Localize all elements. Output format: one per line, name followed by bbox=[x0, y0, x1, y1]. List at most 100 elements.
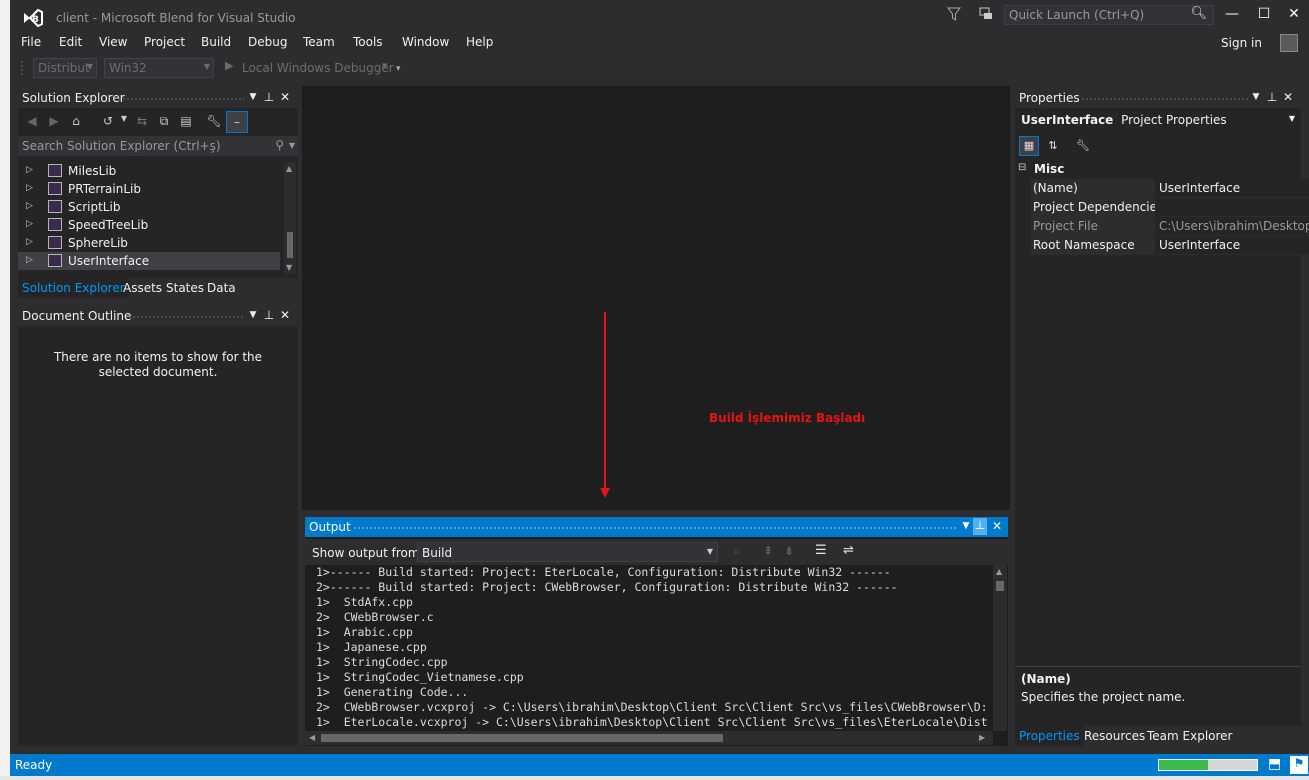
sync-icon[interactable]: ⇆ bbox=[134, 114, 150, 130]
home-icon[interactable]: ⌂ bbox=[68, 114, 84, 130]
word-wrap-icon[interactable]: ⇌ bbox=[843, 543, 854, 558]
chevron-down-icon[interactable]: ▼ bbox=[382, 62, 387, 70]
minimize-button[interactable]: — bbox=[1218, 6, 1246, 24]
tree-item[interactable]: ▷ SphereLib bbox=[18, 234, 280, 252]
object-selector[interactable]: UserInterface Project Properties ▼ bbox=[1015, 110, 1301, 130]
avatar[interactable] bbox=[1280, 34, 1298, 52]
expand-arrow-icon[interactable]: ▷ bbox=[26, 201, 33, 211]
tree-scrollbar[interactable]: ▲ ▼ bbox=[284, 162, 296, 274]
expand-arrow-icon[interactable]: ▷ bbox=[26, 219, 33, 229]
property-row[interactable]: Project File C:\Users\ibrahim\Desktop\ bbox=[1031, 217, 1309, 236]
pin-icon[interactable]: ⊥ bbox=[973, 518, 987, 535]
menu-build[interactable]: Build bbox=[201, 35, 231, 49]
pin-icon[interactable]: ⊥ bbox=[262, 90, 276, 104]
close-icon[interactable]: ✕ bbox=[278, 90, 292, 104]
close-button[interactable]: ✕ bbox=[1280, 6, 1308, 24]
tree-item[interactable]: ▷ MilesLib bbox=[18, 162, 280, 180]
forward-icon[interactable]: ▶ bbox=[46, 114, 62, 130]
expand-arrow-icon[interactable]: ▷ bbox=[26, 237, 33, 247]
configuration-dropdown[interactable]: Distribut ▼ bbox=[33, 58, 97, 78]
clear-all-icon[interactable]: ☰ bbox=[815, 543, 827, 558]
properties-header[interactable]: Properties ▼ ⊥ ✕ bbox=[1015, 88, 1301, 108]
scroll-left-icon[interactable]: ◀ bbox=[309, 733, 315, 742]
property-row[interactable]: Root Namespace UserInterface bbox=[1031, 236, 1309, 255]
scroll-thumb[interactable] bbox=[287, 232, 293, 258]
tree-item-selected[interactable]: ▷ UserInterface bbox=[18, 252, 280, 270]
tree-item[interactable]: ▷ PRTerrainLib bbox=[18, 180, 280, 198]
sign-in-link[interactable]: Sign in bbox=[1221, 36, 1262, 50]
panel-menu-icon[interactable]: ▼ bbox=[1249, 92, 1263, 102]
alphabetical-icon[interactable]: ⇅ bbox=[1043, 137, 1063, 157]
back-icon[interactable]: ◀ bbox=[24, 114, 40, 130]
tab-team-explorer[interactable]: Team Explorer bbox=[1143, 726, 1237, 746]
solution-search-input[interactable]: Search Solution Explorer (Ctrl+ş) ⚲ ▼ bbox=[18, 136, 298, 156]
maximize-button[interactable]: ☐ bbox=[1250, 6, 1278, 24]
solution-explorer-header[interactable]: Solution Explorer ▼ ⊥ ✕ bbox=[18, 88, 298, 108]
toolbar-grip[interactable] bbox=[20, 60, 24, 76]
properties-wrench-icon[interactable]: 🔧︎ bbox=[206, 114, 222, 130]
history-icon[interactable]: ↺ bbox=[100, 114, 116, 130]
scroll-right-icon[interactable]: ▶ bbox=[979, 733, 985, 742]
tab-assets[interactable]: Assets bbox=[119, 278, 166, 298]
previous-message-icon[interactable]: ⇞ bbox=[763, 544, 773, 558]
output-hscrollbar[interactable]: ◀ ▶ bbox=[305, 731, 993, 745]
panel-menu-icon[interactable]: ▼ bbox=[959, 521, 973, 531]
menu-file[interactable]: File bbox=[21, 35, 41, 49]
play-icon[interactable]: ▶ bbox=[225, 59, 233, 72]
property-pages-wrench-icon[interactable]: 🔧︎ bbox=[1073, 137, 1093, 157]
tree-item[interactable]: ▷ ScriptLib bbox=[18, 198, 280, 216]
property-row[interactable]: (Name) UserInterface bbox=[1031, 179, 1309, 198]
debugger-button[interactable]: Local Windows Debugger bbox=[242, 61, 394, 75]
collapse-all-icon[interactable]: ⧉ bbox=[156, 114, 172, 130]
notification-icon[interactable]: ⚑ bbox=[1290, 756, 1308, 774]
chevron-down-icon[interactable]: ▼ bbox=[289, 141, 295, 150]
tab-resources[interactable]: Resources bbox=[1080, 726, 1149, 746]
expand-arrow-icon[interactable]: ▷ bbox=[26, 255, 33, 265]
output-header[interactable]: Output ▼ ⊥ ✕ bbox=[305, 517, 1008, 537]
property-row[interactable]: Project Dependencies bbox=[1031, 198, 1309, 217]
scroll-thumb[interactable] bbox=[996, 581, 1004, 591]
property-value[interactable] bbox=[1155, 198, 1309, 216]
menu-team[interactable]: Team bbox=[303, 35, 335, 49]
close-icon[interactable]: ✕ bbox=[990, 519, 1004, 533]
close-icon[interactable]: ✕ bbox=[1281, 90, 1295, 104]
show-all-files-icon[interactable]: ▤ bbox=[178, 114, 194, 130]
document-outline-header[interactable]: Document Outline ▼ ⊥ ✕ bbox=[18, 306, 298, 326]
pin-icon[interactable]: ⊥ bbox=[1265, 90, 1279, 104]
chevron-down-icon[interactable]: ▼ bbox=[116, 114, 132, 130]
output-vscrollbar[interactable]: ▲ bbox=[993, 565, 1007, 731]
tree-item[interactable]: ▷ SpeedTreeLib bbox=[18, 216, 280, 234]
property-value[interactable]: UserInterface bbox=[1155, 179, 1309, 197]
menu-debug[interactable]: Debug bbox=[248, 35, 287, 49]
tab-data[interactable]: Data bbox=[203, 278, 240, 298]
quick-launch-input[interactable]: Quick Launch (Ctrl+Q) 🔍︎ bbox=[1004, 5, 1214, 25]
platform-dropdown[interactable]: Win32 ▼ bbox=[104, 58, 214, 78]
collapse-icon[interactable]: ⊟ bbox=[1018, 162, 1026, 173]
category-misc[interactable]: ⊟ Misc bbox=[1015, 160, 1301, 179]
pin-icon[interactable]: ⊥ bbox=[262, 308, 276, 322]
menu-project[interactable]: Project bbox=[144, 35, 185, 49]
property-value[interactable]: UserInterface bbox=[1155, 236, 1309, 254]
property-value[interactable]: C:\Users\ibrahim\Desktop\ bbox=[1155, 217, 1309, 235]
scroll-thumb[interactable] bbox=[321, 734, 723, 742]
tab-states[interactable]: States bbox=[162, 278, 208, 298]
panel-menu-icon[interactable]: ▼ bbox=[246, 92, 260, 102]
feedback-icon[interactable] bbox=[978, 6, 994, 22]
menu-window[interactable]: Window bbox=[402, 35, 449, 49]
categorized-icon[interactable]: ▦ bbox=[1019, 136, 1039, 156]
publish-icon[interactable]: ⬒ bbox=[1268, 756, 1281, 772]
scroll-up-icon[interactable]: ▲ bbox=[996, 567, 1002, 576]
find-message-icon[interactable]: ⌕ bbox=[733, 544, 740, 559]
output-source-dropdown[interactable]: Build ▼ bbox=[417, 542, 718, 562]
menu-edit[interactable]: Edit bbox=[59, 35, 82, 49]
close-icon[interactable]: ✕ bbox=[278, 308, 292, 322]
preview-selected-icon[interactable]: – bbox=[226, 111, 248, 133]
tab-properties[interactable]: Properties bbox=[1015, 726, 1084, 746]
scroll-down-icon[interactable]: ▼ bbox=[286, 263, 292, 272]
tab-solution-explorer[interactable]: Solution Explorer bbox=[18, 278, 129, 298]
scroll-up-icon[interactable]: ▲ bbox=[286, 164, 292, 173]
expand-arrow-icon[interactable]: ▷ bbox=[26, 165, 33, 175]
panel-menu-icon[interactable]: ▼ bbox=[246, 310, 260, 320]
menu-tools[interactable]: Tools bbox=[353, 35, 383, 49]
menu-help[interactable]: Help bbox=[466, 35, 493, 49]
